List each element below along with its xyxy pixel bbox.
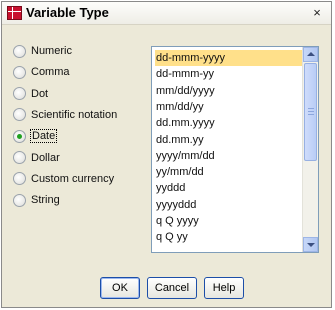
list-item[interactable]: yy/mm/dd — [155, 164, 302, 180]
scroll-thumb[interactable] — [304, 63, 317, 161]
grip-line-icon — [308, 111, 314, 112]
list-item[interactable]: dd.mm.yyyy — [155, 115, 302, 131]
list-item[interactable]: yyyyddd — [155, 197, 302, 213]
radio-label: Date — [29, 129, 58, 144]
scroll-down-button[interactable] — [303, 237, 318, 252]
ok-button[interactable]: OK — [100, 277, 140, 299]
list-item[interactable]: dd-mmm-yyyy — [155, 50, 302, 66]
type-option-dot[interactable]: Dot — [13, 86, 48, 102]
list-item[interactable]: dd.mm.yy — [155, 132, 302, 148]
radio-label: Numeric — [31, 45, 72, 57]
window-title: Variable Type — [26, 5, 109, 20]
scroll-up-button[interactable] — [303, 47, 318, 62]
radio-label: String — [31, 194, 60, 207]
list-item[interactable]: mm/dd/yyyy — [155, 83, 302, 99]
list-item[interactable]: yyddd — [155, 180, 302, 196]
radio-button[interactable] — [13, 108, 26, 122]
radio-button[interactable] — [13, 44, 26, 58]
vertical-scrollbar[interactable] — [302, 47, 318, 252]
type-option-string[interactable]: String — [13, 192, 60, 208]
radio-label: Comma — [31, 66, 70, 79]
list-item[interactable]: mm/dd/yy — [155, 99, 302, 115]
radio-button[interactable] — [13, 151, 26, 164]
type-option-scientific-notation[interactable]: Scientific notation — [13, 107, 117, 123]
radio-label: Scientific notation — [31, 108, 118, 121]
help-button[interactable]: Help — [204, 277, 244, 299]
type-option-comma[interactable]: Comma — [13, 64, 70, 80]
date-format-list[interactable]: dd-mmm-yyyy dd-mmm-yy mm/dd/yyyy mm/dd/yy dd… — [151, 46, 319, 253]
radio-button[interactable] — [13, 65, 26, 79]
list-item[interactable]: q Q yyyy — [155, 213, 302, 229]
list-item[interactable]: yyyy/mm/dd — [155, 148, 302, 164]
type-option-date[interactable]: Date — [13, 128, 58, 144]
arrow-up-icon — [307, 52, 315, 56]
radio-button[interactable] — [13, 193, 26, 207]
radio-label: Dot — [31, 87, 49, 100]
radio-button[interactable] — [13, 87, 26, 101]
radio-label: Custom currency — [31, 172, 115, 185]
arrow-down-icon — [307, 243, 315, 247]
grip-line-icon — [308, 108, 314, 109]
variable-type-dialog: Variable Type × Numeric Comma Dot Scientifi… — [1, 1, 332, 308]
spss-app-icon — [7, 6, 22, 20]
type-option-custom-currency[interactable]: Custom currency — [13, 171, 114, 187]
radio-button[interactable] — [13, 172, 26, 186]
grip-line-icon — [308, 114, 314, 115]
title-bar[interactable]: Variable Type × — [2, 2, 331, 25]
type-option-numeric[interactable]: Numeric — [13, 43, 72, 59]
radio-button[interactable] — [13, 129, 26, 143]
list-item[interactable]: q Q yy — [155, 229, 302, 245]
type-option-dollar[interactable]: Dollar — [13, 150, 60, 166]
close-button[interactable]: × — [309, 5, 325, 20]
radio-label: Dollar — [31, 151, 60, 164]
list-item[interactable]: dd-mmm-yy — [155, 66, 302, 82]
cancel-button[interactable]: Cancel — [147, 277, 197, 299]
